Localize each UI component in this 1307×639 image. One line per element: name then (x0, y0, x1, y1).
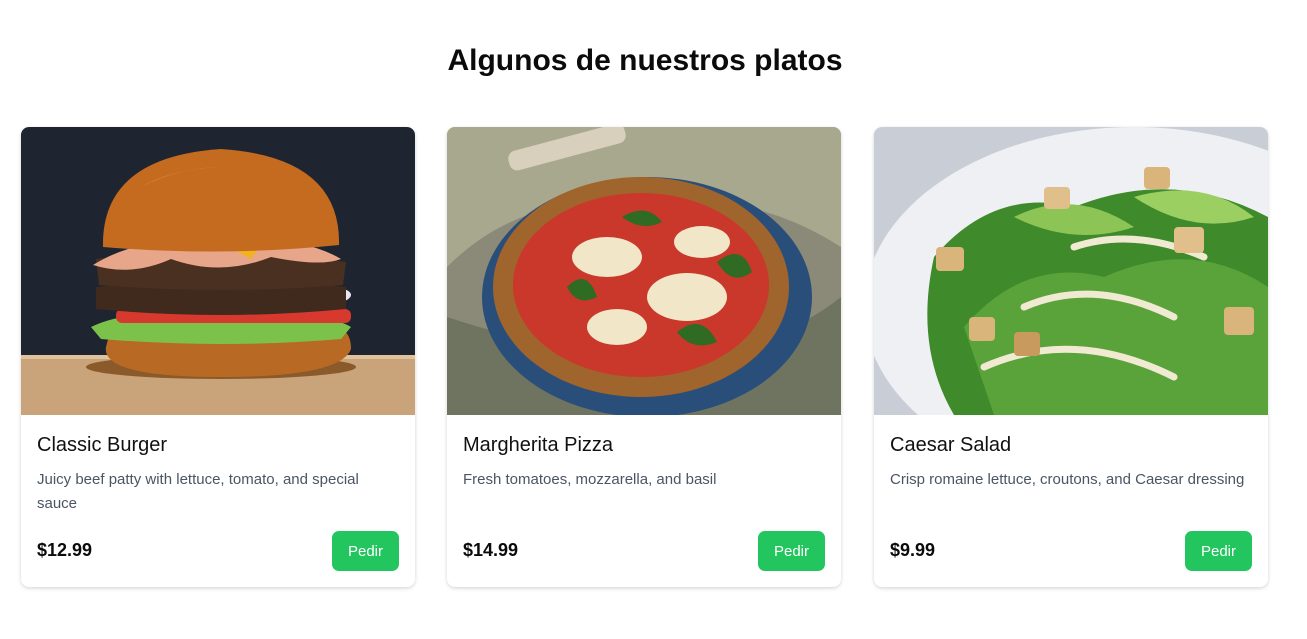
dishes-section: Algunos de nuestros platos Classic Burge… (0, 0, 1307, 639)
dish-price: $14.99 (463, 540, 519, 560)
dish-description: Juicy beef patty with lettuce, tomato, a… (37, 471, 359, 512)
dish-image-pizza (447, 127, 841, 415)
order-button-salad[interactable]: Pedir (1185, 531, 1252, 571)
dish-card-burger: Classic Burger Juicy beef patty with let… (21, 127, 415, 587)
dish-card-pizza: Margherita Pizza Fresh tomatoes, mozzare… (447, 127, 841, 587)
dish-name: Classic Burger (37, 434, 168, 456)
dish-price: $9.99 (890, 540, 936, 560)
dish-image-burger (21, 127, 415, 415)
dish-card-salad: Caesar Salad Crisp romaine lettuce, crou… (874, 127, 1268, 587)
section-title: Algunos de nuestros platos (447, 44, 843, 77)
order-button-burger[interactable]: Pedir (332, 531, 399, 571)
dish-price: $12.99 (37, 540, 93, 560)
dish-name: Caesar Salad (890, 434, 1012, 456)
order-button-pizza[interactable]: Pedir (758, 531, 825, 571)
dish-description: Fresh tomatoes, mozzarella, and basil (463, 471, 717, 488)
dish-image-salad (874, 127, 1268, 415)
dish-name: Margherita Pizza (463, 434, 614, 456)
dish-description: Crisp romaine lettuce, croutons, and Cae… (890, 471, 1245, 488)
